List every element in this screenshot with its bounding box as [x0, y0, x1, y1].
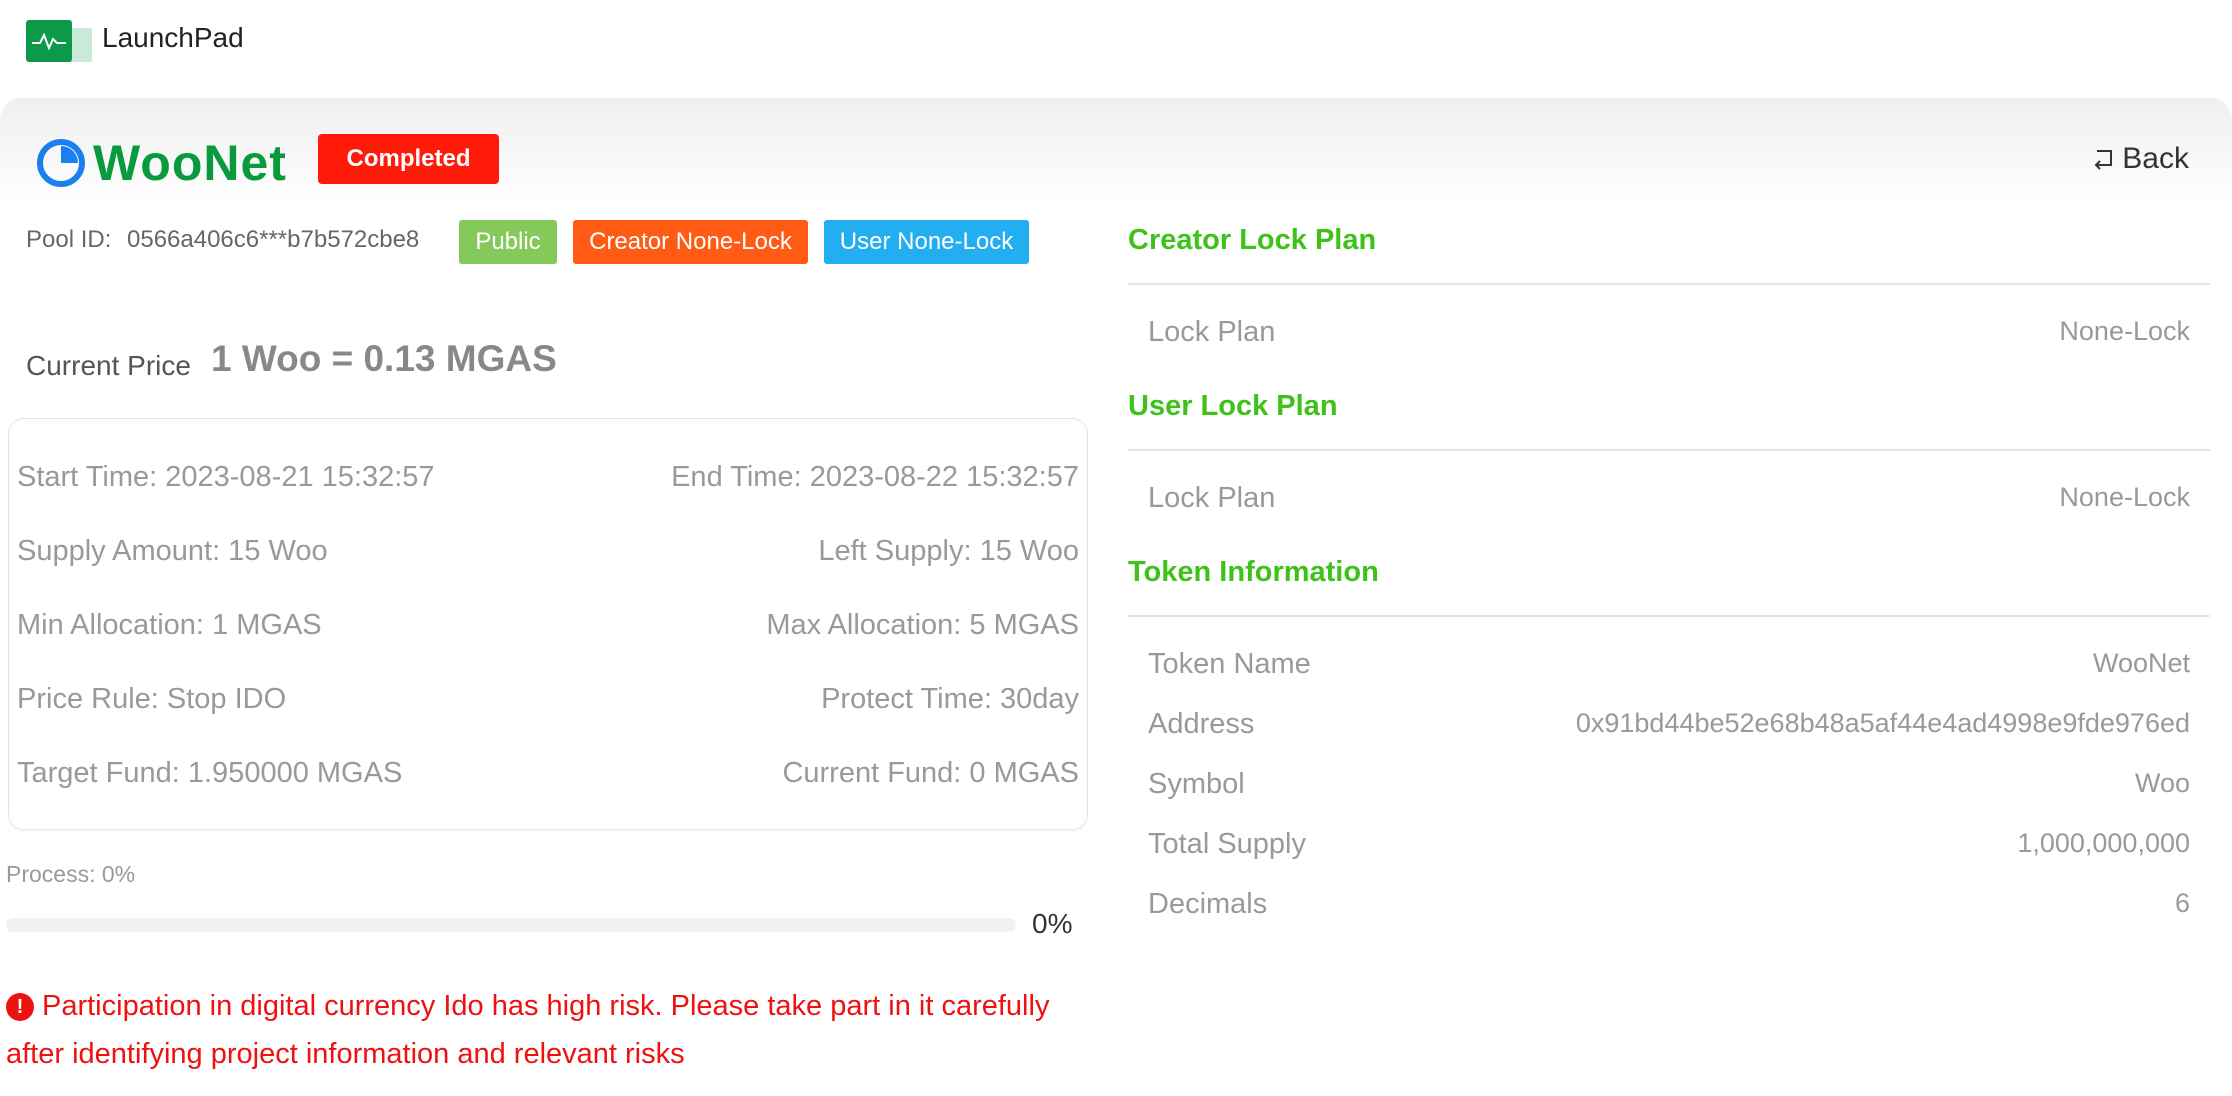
- divider: [1128, 449, 2210, 451]
- back-label[interactable]: Back: [2122, 142, 2189, 175]
- creator-lock-value: None-Lock: [2059, 316, 2190, 346]
- supply-row: Supply Amount: 15 Woo Left Supply: 15 Wo…: [17, 535, 1079, 575]
- end-time: End Time: 2023-08-22 15:32:57: [671, 461, 1079, 493]
- symbol-key: Symbol: [1148, 768, 1245, 800]
- decimals-row: Decimals 6: [1148, 888, 2190, 928]
- token-info-title: Token Information: [1128, 556, 1379, 588]
- app-title[interactable]: LaunchPad: [102, 22, 244, 54]
- status-badge: Completed: [318, 134, 499, 184]
- project-name: WooNet: [93, 135, 287, 191]
- start-time: Start Time: 2023-08-21 15:32:57: [17, 461, 435, 493]
- min-allocation: Min Allocation: 1 MGAS: [17, 609, 322, 641]
- address-value[interactable]: 0x91bd44be52e68b48a5af44e4ad4998e9fde976…: [1576, 708, 2190, 739]
- pool-details-box: Start Time: 2023-08-21 15:32:57 End Time…: [8, 418, 1088, 830]
- total-supply-key: Total Supply: [1148, 828, 1306, 860]
- process-label: Process: 0%: [6, 861, 136, 887]
- pulse-chart-icon: [32, 32, 66, 51]
- progress-percent: 0%: [1032, 908, 1073, 939]
- address-key: Address: [1148, 708, 1255, 740]
- decimals-key: Decimals: [1148, 888, 1268, 920]
- symbol-row: Symbol Woo: [1148, 768, 2190, 808]
- user-lock-tag: User None-Lock: [824, 220, 1029, 264]
- user-lock-row: Lock Plan None-Lock: [1148, 482, 2190, 522]
- back-button[interactable]: Back: [2092, 142, 2189, 176]
- max-allocation: Max Allocation: 5 MGAS: [766, 609, 1079, 641]
- price-rule: Price Rule: Stop IDO: [17, 683, 287, 715]
- creator-lock-key: Lock Plan: [1148, 316, 1276, 348]
- risk-warning-text: Participation in digital currency Ido ha…: [6, 990, 1050, 1070]
- rule-row: Price Rule: Stop IDO Protect Time: 30day: [17, 683, 1079, 723]
- target-fund: Target Fund: 1.950000 MGAS: [17, 757, 403, 789]
- woonet-logo-icon: [36, 138, 86, 188]
- total-supply-row: Total Supply 1,000,000,000: [1148, 828, 2190, 868]
- time-row: Start Time: 2023-08-21 15:32:57 End Time…: [17, 461, 1079, 501]
- decimals-value: 6: [2174, 888, 2190, 918]
- current-fund: Current Fund: 0 MGAS: [782, 757, 1079, 789]
- fund-row: Target Fund: 1.950000 MGAS Current Fund:…: [17, 757, 1079, 797]
- allocation-row: Min Allocation: 1 MGAS Max Allocation: 5…: [17, 609, 1079, 649]
- risk-warning: ! Participation in digital currency Ido h…: [6, 982, 1096, 1078]
- creator-lock-title: Creator Lock Plan: [1128, 224, 1377, 256]
- user-lock-key: Lock Plan: [1148, 482, 1276, 514]
- symbol-value: Woo: [2134, 768, 2190, 798]
- divider: [1128, 283, 2210, 285]
- address-row: Address 0x91bd44be52e68b48a5af44e4ad4998…: [1148, 708, 2190, 748]
- token-name-value: WooNet: [2092, 648, 2190, 678]
- pool-id-label: Pool ID:: [26, 226, 112, 253]
- return-arrow-icon: [2094, 150, 2113, 170]
- launchpad-logo-icon[interactable]: [26, 20, 92, 62]
- current-price-label: Current Price: [26, 350, 191, 381]
- protect-time: Protect Time: 30day: [821, 683, 1079, 715]
- supply-amount: Supply Amount: 15 Woo: [17, 535, 328, 567]
- progress-bar: [6, 918, 1016, 932]
- main-panel: WooNet Completed Back Pool ID: 0566a406c…: [0, 98, 2232, 1096]
- divider: [1128, 615, 2210, 617]
- left-supply: Left Supply: 15 Woo: [818, 535, 1079, 567]
- token-name-key: Token Name: [1148, 648, 1311, 680]
- creator-lock-row: Lock Plan None-Lock: [1148, 316, 2190, 356]
- logo-front-square: [26, 20, 72, 62]
- token-name-row: Token Name WooNet: [1148, 648, 2190, 688]
- top-bar: LaunchPad: [0, 0, 2232, 98]
- user-lock-value: None-Lock: [2059, 482, 2190, 512]
- creator-lock-tag: Creator None-Lock: [573, 220, 808, 264]
- user-lock-title: User Lock Plan: [1128, 390, 1338, 422]
- total-supply-value: 1,000,000,000: [2017, 828, 2190, 858]
- public-tag: Public: [459, 220, 557, 264]
- pool-id-value: 0566a406c6***b7b572cbe8: [127, 226, 420, 253]
- exclamation-icon: !: [6, 993, 34, 1021]
- current-price-value: 1 Woo = 0.13 MGAS: [211, 338, 557, 379]
